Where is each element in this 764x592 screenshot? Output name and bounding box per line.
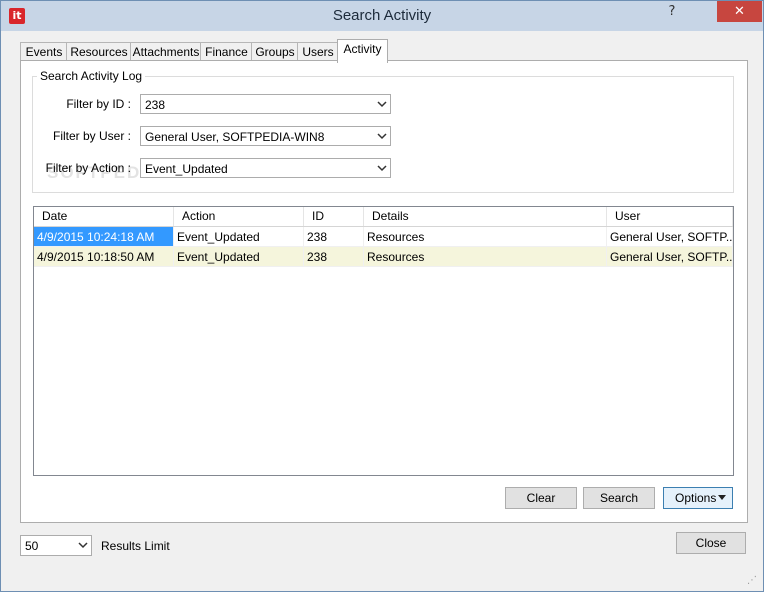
results-limit-combo[interactable]: 50 (20, 535, 92, 556)
cell-date[interactable]: 4/9/2015 10:18:50 AM (34, 247, 174, 267)
window-title: Search Activity (332, 7, 432, 24)
options-button[interactable]: Options (663, 487, 733, 509)
filter-action-combo[interactable]: Event_Updated (140, 158, 391, 178)
table-row[interactable]: 4/9/2015 10:24:18 AM Event_Updated 238 R… (34, 227, 733, 247)
column-header-date[interactable]: Date (34, 207, 174, 226)
close-window-button[interactable]: ✕ (717, 1, 762, 22)
chevron-down-icon (377, 133, 387, 140)
chevron-down-icon (377, 165, 387, 172)
clear-button[interactable]: Clear (505, 487, 577, 509)
cell-action[interactable]: Event_Updated (174, 247, 304, 267)
chevron-down-icon (377, 101, 387, 108)
close-button[interactable]: Close (676, 532, 746, 554)
cell-user[interactable]: General User, SOFTP... (607, 227, 733, 247)
tab-activity[interactable]: Activity (337, 39, 388, 63)
tab-finance[interactable]: Finance (200, 42, 253, 62)
help-button[interactable]: ? (659, 1, 685, 22)
filter-user-label: Filter by User : (52, 129, 131, 143)
filter-id-combo[interactable]: 238 (140, 94, 391, 114)
search-button[interactable]: Search (583, 487, 655, 509)
results-limit-label: Results Limit (101, 539, 170, 553)
column-header-action[interactable]: Action (174, 207, 304, 226)
table-row[interactable]: 4/9/2015 10:18:50 AM Event_Updated 238 R… (34, 247, 733, 267)
tab-attachments[interactable]: Attachments (130, 42, 202, 62)
cell-date[interactable]: 4/9/2015 10:24:18 AM (34, 227, 174, 247)
group-title: Search Activity Log (37, 69, 146, 83)
column-header-id[interactable]: ID (304, 207, 364, 226)
filter-action-label: Filter by Action : (45, 161, 131, 175)
cell-details[interactable]: Resources (364, 247, 607, 267)
filter-user-value: General User, SOFTPEDIA-WIN8 (145, 130, 325, 144)
cell-id[interactable]: 238 (304, 247, 364, 267)
filter-user-combo[interactable]: General User, SOFTPEDIA-WIN8 (140, 126, 391, 146)
filter-action-value: Event_Updated (145, 162, 228, 176)
options-label: Options (675, 491, 717, 505)
column-header-details[interactable]: Details (364, 207, 607, 226)
title-bar[interactable]: it Search Activity ? ✕ (1, 1, 763, 31)
chevron-down-icon (78, 542, 88, 549)
tab-resources[interactable]: Resources (66, 42, 132, 62)
tab-events[interactable]: Events (20, 42, 68, 62)
cell-action[interactable]: Event_Updated (174, 227, 304, 247)
search-activity-window: it Search Activity ? ✕ Events Resources … (0, 0, 764, 592)
results-limit-value: 50 (25, 539, 39, 553)
column-header-user[interactable]: User (607, 207, 733, 226)
tab-groups[interactable]: Groups (251, 42, 299, 62)
cell-details[interactable]: Resources (364, 227, 607, 247)
grid-header: Date Action ID Details User (34, 207, 733, 227)
tab-users[interactable]: Users (297, 42, 339, 62)
cell-user[interactable]: General User, SOFTP... (607, 247, 733, 267)
activity-grid[interactable]: Date Action ID Details User 4/9/2015 10:… (33, 206, 734, 476)
resize-grip-icon[interactable]: ⋰ (747, 576, 757, 586)
filter-id-value: 238 (145, 98, 166, 112)
filter-id-label: Filter by ID : (66, 97, 131, 111)
cell-id[interactable]: 238 (304, 227, 364, 247)
dropdown-arrow-icon (718, 495, 726, 500)
